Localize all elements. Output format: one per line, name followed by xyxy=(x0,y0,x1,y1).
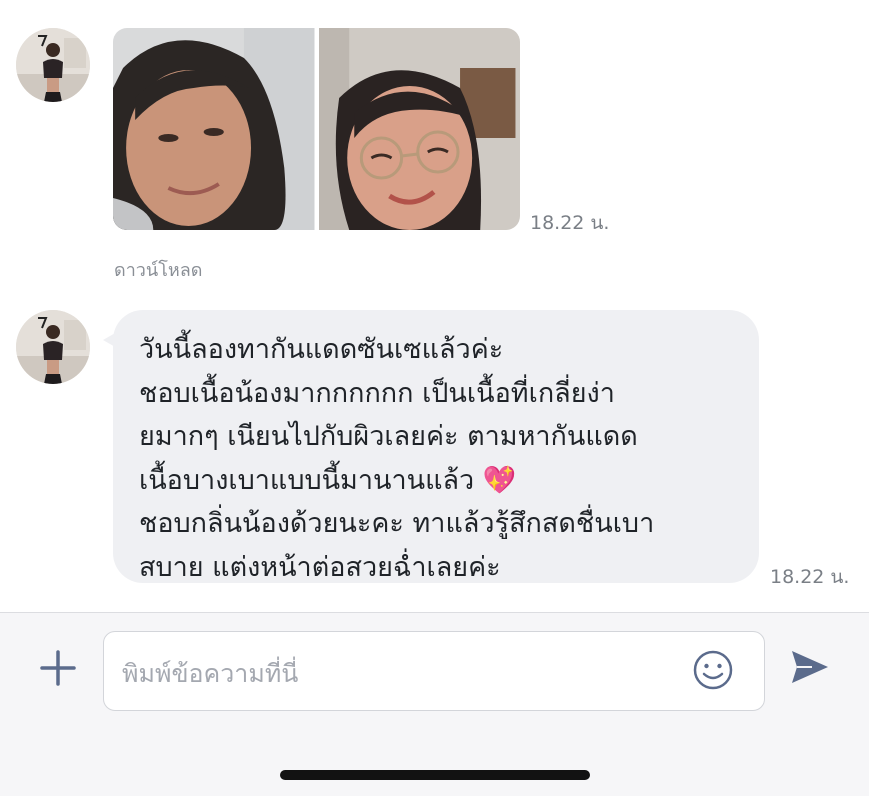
sender-avatar[interactable] xyxy=(16,310,90,384)
sender-avatar[interactable] xyxy=(16,28,90,102)
avatar-photo xyxy=(16,28,90,102)
avatar-photo xyxy=(16,310,90,384)
smiley-icon xyxy=(693,650,733,690)
send-button[interactable] xyxy=(788,645,832,689)
add-attachment-button[interactable] xyxy=(38,648,78,688)
send-arrow-icon xyxy=(792,651,828,683)
message-timestamp: 18.22 น. xyxy=(770,566,850,588)
plus-icon xyxy=(40,650,76,686)
message-line: ยมากๆ เนียนไปกับผิวเลยค่ะ ตามหากันแดด xyxy=(139,421,638,452)
message-line: ชอบเนื้อน้องมากกกกกก เป็นเนื้อที่เกลี่ยง… xyxy=(139,377,615,409)
emoji-button[interactable] xyxy=(692,649,734,691)
message-line: ชอบกลิ่นน้องด้วยนะคะ ทาแล้วรู้สึกสดชื่นเ… xyxy=(139,508,655,539)
message-composer: พิมพ์ข้อความที่นี่ xyxy=(0,612,869,796)
message-timestamp: 18.22 น. xyxy=(530,212,610,234)
selfie-photo-1[interactable] xyxy=(113,28,315,230)
image-message[interactable] xyxy=(113,28,520,230)
message-bubble[interactable]: วันนี้ลองทากันแดดซันเซแล้วค่ะ ชอบเนื้อน้… xyxy=(103,310,759,583)
message-line: เนื้อบางเบาแบบนี้มานานแล้ว 💖 xyxy=(139,464,517,496)
selfie-photo-2[interactable] xyxy=(318,28,520,230)
download-link[interactable]: ดาวน์โหลด xyxy=(114,255,202,284)
chat-screen: 18.22 น. ดาวน์โหลด วันนี้ลองทากันแดดซันเ… xyxy=(0,0,869,796)
message-line: วันนี้ลองทากันแดดซันเซแล้วค่ะ xyxy=(139,334,504,365)
message-line: สบาย แต่งหน้าต่อสวยฉ่ำเลยค่ะ xyxy=(139,551,501,583)
message-input[interactable]: พิมพ์ข้อความที่นี่ xyxy=(103,631,765,711)
message-input-placeholder: พิมพ์ข้อความที่นี่ xyxy=(122,659,299,688)
home-indicator xyxy=(280,770,590,780)
